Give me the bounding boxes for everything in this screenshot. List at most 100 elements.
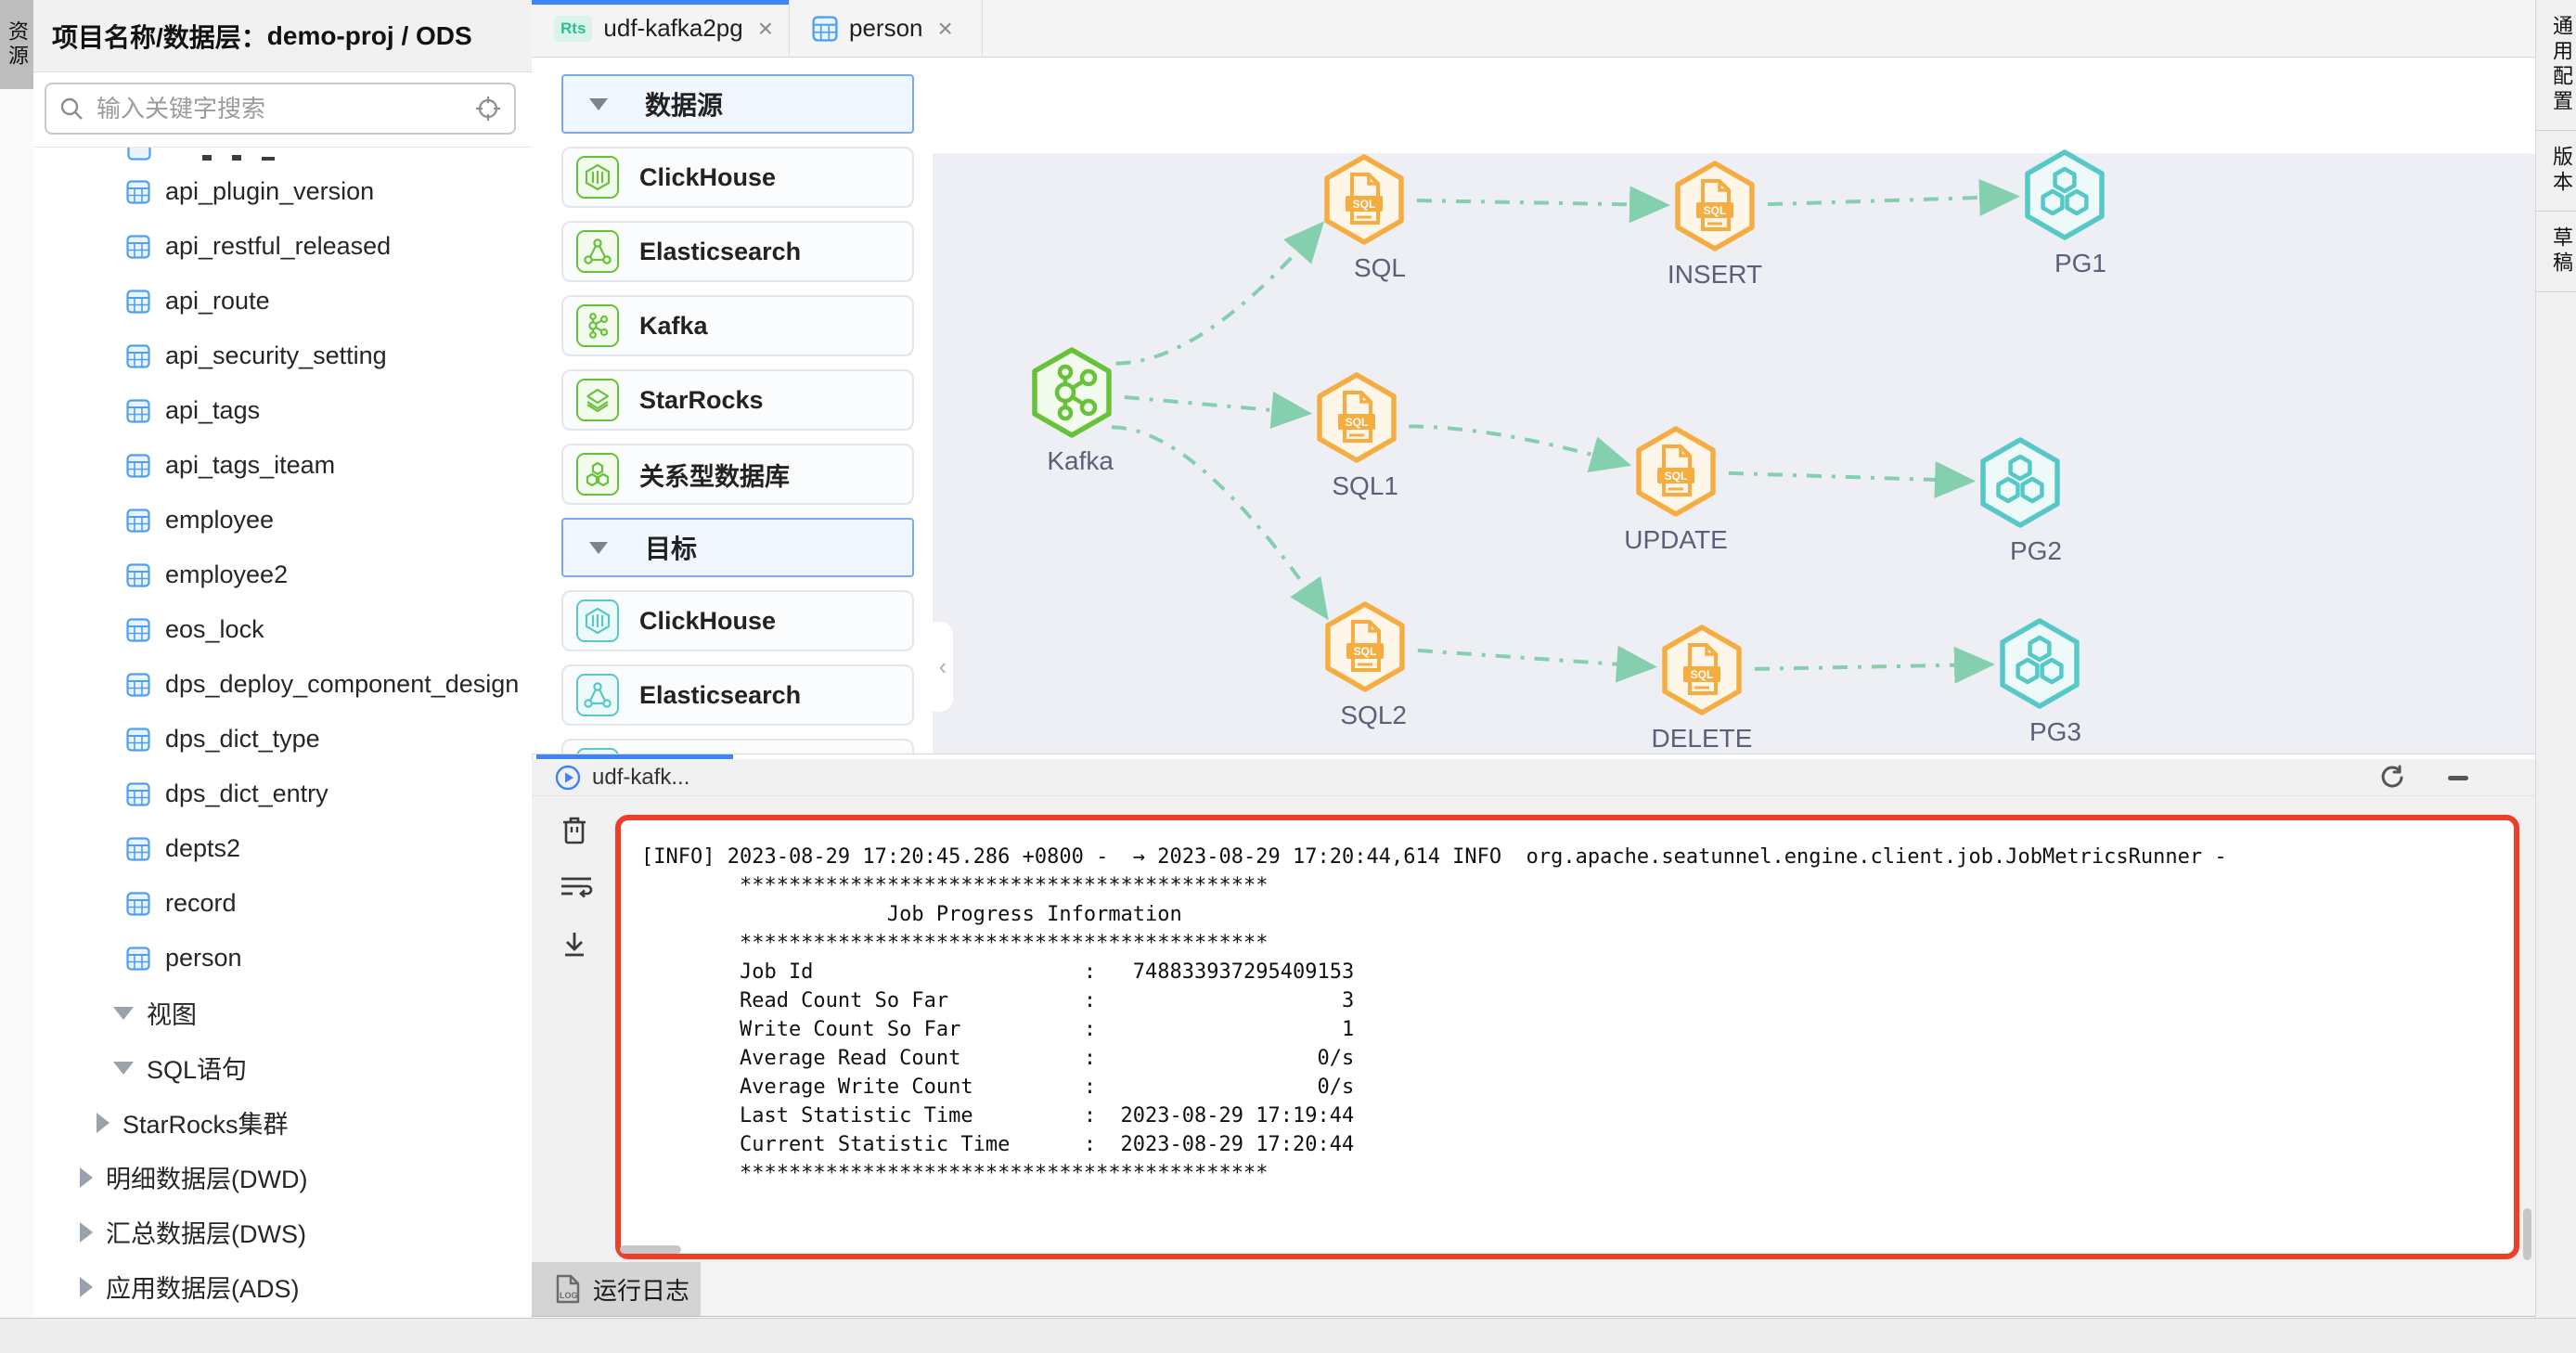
rail-tab-version[interactable]: 版本 — [2536, 131, 2576, 212]
bottom-tab-udf-kafk[interactable]: udf-kafk... — [555, 759, 689, 796]
flow-node-DELETE[interactable]: SQLDELETE — [1660, 625, 1744, 754]
rail-tab-draft[interactable]: 草稿 — [2536, 212, 2576, 292]
table-icon — [126, 947, 150, 971]
palette-item-label: ClickHouse — [639, 163, 776, 192]
palette-item-label: Elasticsearch — [639, 681, 801, 710]
flow-edge-kafka-sql2 — [1112, 427, 1320, 608]
tree-item-label: employee — [165, 506, 274, 535]
clickhouse-icon — [576, 156, 619, 199]
flow-node-SQL2[interactable]: SQL SQL2 — [1323, 601, 1407, 730]
palette-item-关系型数据库[interactable]: 关系型数据库 — [561, 444, 914, 505]
tree-item-record[interactable]: record — [33, 876, 532, 931]
scroll-to-bottom-icon[interactable] — [560, 930, 593, 960]
palette-collapse-handle[interactable]: ‹ — [933, 622, 953, 712]
tree-item-dps_dict_type[interactable]: dps_dict_type — [33, 712, 532, 767]
resource-tree: api_plugin_versionapi_restful_releasedap… — [33, 148, 532, 1318]
caret-down-icon[interactable] — [113, 1062, 134, 1075]
project-header: 项目名称/数据层： demo-proj / ODS — [33, 0, 532, 72]
flow-node-PG3[interactable]: PG3 — [1998, 618, 2081, 747]
tree-item-dps_deploy_component_design[interactable]: dps_deploy_component_design — [33, 657, 532, 712]
flow-node-SQL1[interactable]: SQLSQL1 — [1315, 372, 1398, 501]
caret-right-icon[interactable] — [80, 1222, 93, 1243]
locate-icon[interactable] — [475, 96, 501, 122]
close-icon[interactable]: × — [938, 14, 953, 44]
tree-item-label: person — [165, 944, 242, 973]
right-rail: 通用配置 版本 草稿 — [2535, 0, 2576, 1318]
palette-section-目标[interactable]: 目标 — [561, 518, 914, 577]
tree-item-api_tags[interactable]: api_tags — [33, 383, 532, 438]
palette-section-label: 目标 — [645, 529, 697, 566]
table-icon — [126, 673, 150, 697]
palette-item-ClickHouse[interactable]: ClickHouse — [561, 147, 914, 208]
tree-item-api_route[interactable]: api_route — [33, 274, 532, 329]
tree-item-汇总数据层(DWS)[interactable]: 汇总数据层(DWS) — [33, 1205, 532, 1259]
caret-down-icon[interactable] — [113, 1007, 134, 1020]
caret-right-icon[interactable] — [97, 1113, 109, 1133]
palette-item-ClickHouse[interactable]: ClickHouse — [561, 590, 914, 651]
tree-item-label: record — [165, 889, 237, 918]
table-icon — [126, 344, 150, 368]
search-input[interactable] — [95, 94, 466, 124]
node-label: PG2 — [2010, 536, 2062, 566]
tree-item-label: 汇总数据层(DWS) — [106, 1214, 306, 1250]
table-icon — [126, 782, 150, 806]
palette-item-StarRocks[interactable]: StarRocks — [561, 369, 914, 431]
tab-udf-kafka2pg[interactable]: Rts udf-kafka2pg × — [532, 0, 790, 57]
tree-item-label: api_security_setting — [165, 341, 387, 370]
flow-node-PG2[interactable]: PG2 — [1978, 437, 2062, 566]
tree-item-StarRocks集群[interactable]: StarRocks集群 — [33, 1095, 532, 1150]
tree-item-视图[interactable]: 视图 — [33, 986, 532, 1040]
rail-tab-general-config[interactable]: 通用配置 — [2536, 0, 2576, 131]
tree-item-dps_dict_entry[interactable]: dps_dict_entry — [33, 767, 532, 821]
tree-item-api_security_setting[interactable]: api_security_setting — [33, 329, 532, 383]
tree-item-api_restful_released[interactable]: api_restful_released — [33, 219, 532, 274]
tree-item-明细数据层(DWD)[interactable]: 明细数据层(DWD) — [33, 1150, 532, 1205]
palette-item-Kafka[interactable]: Kafka — [561, 295, 914, 356]
log-output-box: [INFO] 2023-08-29 17:20:45.286 +0800 - →… — [615, 815, 2519, 1259]
tree-item-employee[interactable]: employee — [33, 493, 532, 548]
flow-node-UPDATE[interactable]: SQLUPDATE — [1634, 426, 1718, 555]
flow-node-SQL[interactable]: SQLSQL — [1322, 154, 1406, 283]
tree-item-label: depts2 — [165, 834, 240, 863]
flow-node-PG1[interactable]: PG1 — [2023, 149, 2106, 278]
run-log-tab[interactable]: LOG 运行日志 — [532, 1262, 701, 1316]
flow-node-Kafka[interactable]: Kafka — [1030, 347, 1114, 476]
svg-text:SQL: SQL — [1704, 204, 1727, 217]
search-box[interactable] — [45, 83, 516, 135]
svg-text:LOG: LOG — [560, 1291, 578, 1300]
refresh-icon[interactable] — [2379, 765, 2405, 791]
tree-item-employee2[interactable]: employee2 — [33, 548, 532, 602]
palette-item-关系型数据库[interactable]: 关系型数据库 — [561, 739, 914, 754]
table-icon — [126, 454, 150, 478]
svg-text:SQL: SQL — [1354, 645, 1377, 658]
minimize-icon[interactable] — [2446, 766, 2470, 790]
horizontal-scrollbar[interactable] — [620, 1245, 681, 1254]
node-label: SQL2 — [1340, 701, 1407, 730]
window-footer — [0, 1318, 2576, 1353]
wrap-lines-icon[interactable] — [560, 874, 593, 902]
tab-person[interactable]: person × — [790, 0, 983, 57]
palette-section-数据源[interactable]: 数据源 — [561, 74, 914, 134]
flow-canvas[interactable]: ‹ Kafka SQLSQL SQLSQL1 SQL SQL2 SQLINSERT SQLU… — [933, 153, 2535, 754]
tree-item-label: api_tags_iteam — [165, 451, 335, 480]
tree-item-api_plugin_version[interactable]: api_plugin_version — [33, 164, 532, 219]
tree-item-eos_lock[interactable]: eos_lock — [33, 602, 532, 657]
vertical-scrollbar[interactable] — [2523, 1208, 2531, 1260]
tree-item-应用数据层(ADS)[interactable]: 应用数据层(ADS) — [33, 1259, 532, 1314]
palette-item-Elasticsearch[interactable]: Elasticsearch — [561, 221, 914, 282]
tree-item-api_tags_iteam[interactable]: api_tags_iteam — [33, 438, 532, 493]
tree-item-person[interactable]: person — [33, 931, 532, 986]
flow-node-INSERT[interactable]: SQLINSERT — [1673, 161, 1757, 290]
palette-item-Elasticsearch[interactable]: Elasticsearch — [561, 664, 914, 726]
tree-item-depts2[interactable]: depts2 — [33, 821, 532, 876]
node-label: PG3 — [2029, 717, 2081, 747]
caret-right-icon[interactable] — [80, 1167, 93, 1188]
close-icon[interactable]: × — [758, 14, 773, 44]
caret-right-icon[interactable] — [80, 1277, 93, 1297]
tree-item-SQL语句[interactable]: SQL语句 — [33, 1040, 532, 1095]
table-icon — [126, 563, 150, 587]
flow-edge-kafka-sql — [1116, 232, 1315, 363]
table-icon — [126, 399, 150, 423]
clear-log-icon[interactable] — [560, 815, 593, 846]
rail-tab-resources[interactable]: 资源 — [0, 0, 33, 89]
